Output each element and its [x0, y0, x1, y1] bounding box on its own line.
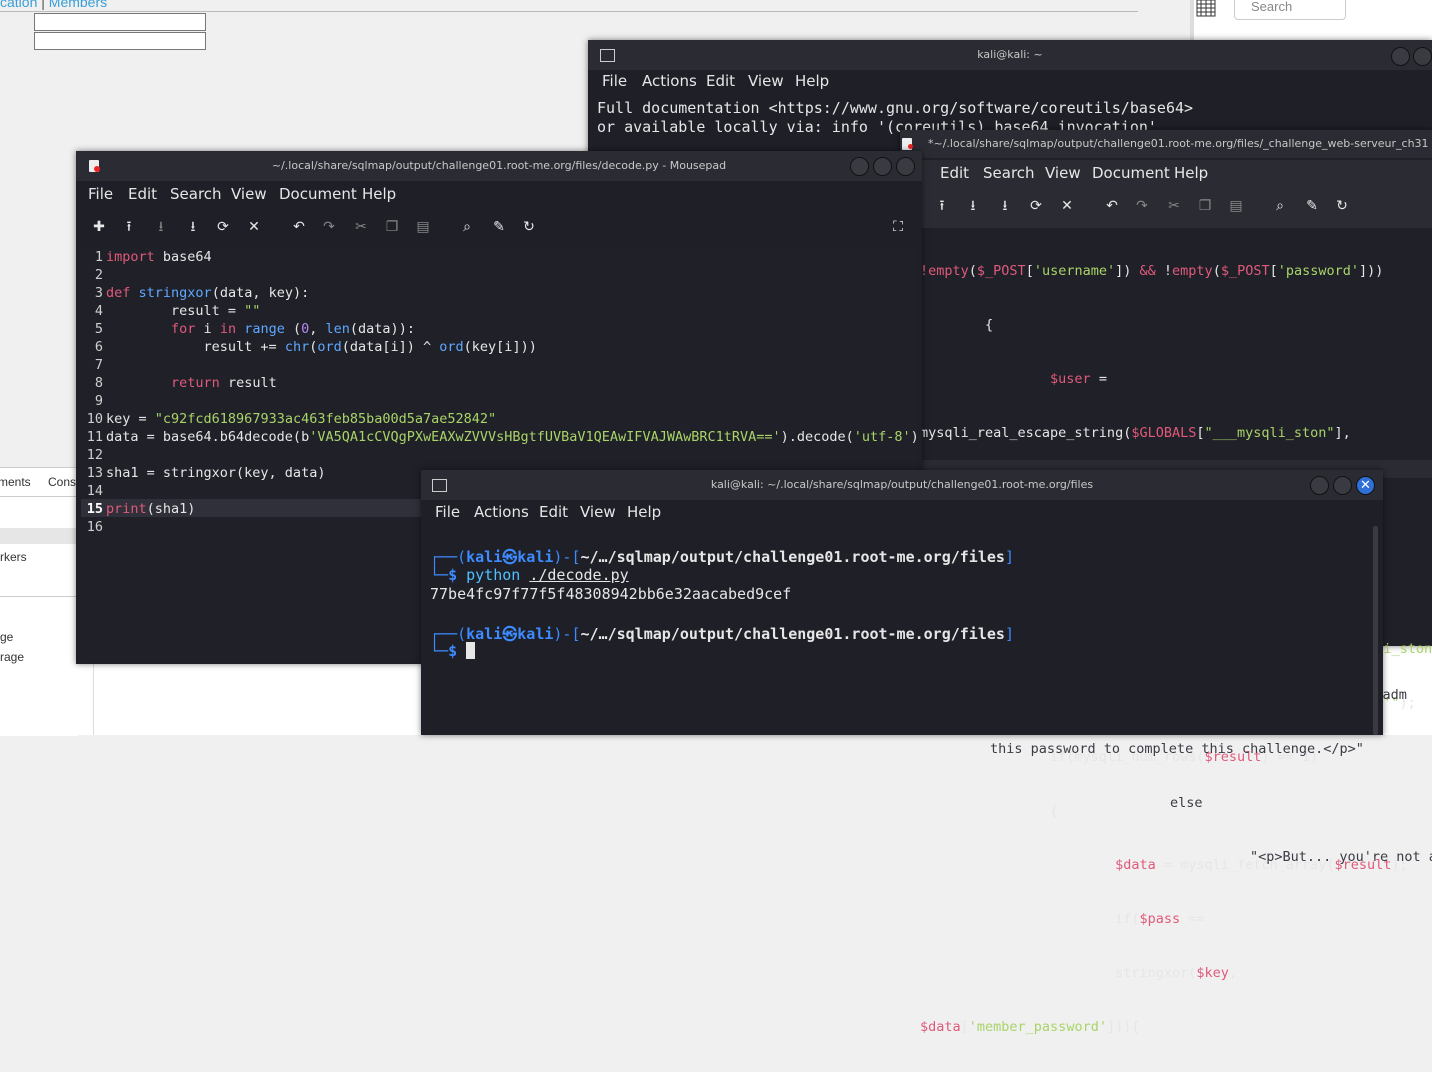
menu-file[interactable]: File — [602, 72, 627, 90]
menu-bar: Edit Search View Document Help — [900, 160, 1432, 190]
menu-view[interactable]: View — [580, 503, 616, 521]
goto-icon[interactable]: ↻ — [519, 217, 539, 237]
menu-bar: File Edit Search View Document Help — [76, 181, 922, 209]
upload-icon[interactable]: ⭱ — [932, 196, 952, 216]
window-title: kali@kali: ~ — [588, 40, 1432, 70]
menu-bar: File Actions Edit View Help — [588, 68, 1432, 96]
menu-help[interactable]: Help — [627, 503, 661, 521]
devtools-item[interactable]: rage — [0, 650, 24, 664]
redo-icon[interactable]: ↷ — [319, 217, 339, 237]
prompt-line: ┌──(kali㉿kali)-[~/…/sqlmap/output/challe… — [430, 548, 1014, 566]
menu-search[interactable]: Search — [983, 164, 1035, 182]
terminal-icon — [600, 49, 615, 62]
fullscreen-icon[interactable]: ⛶ — [888, 217, 908, 237]
username-input[interactable] — [34, 13, 206, 31]
save-as-icon[interactable]: ⭳ — [183, 217, 203, 237]
devtools-item[interactable]: ge — [0, 630, 13, 644]
maximize-button[interactable] — [1333, 476, 1352, 495]
reload-icon[interactable]: ⟳ — [213, 217, 233, 237]
menu-help[interactable]: Help — [1174, 164, 1208, 182]
save-as-icon[interactable]: ⭳ — [995, 196, 1015, 216]
window-title: ~/.local/share/sqlmap/output/challenge01… — [76, 151, 922, 181]
maximize-button[interactable] — [1413, 47, 1432, 66]
grid-icon[interactable] — [1196, 0, 1216, 18]
new-document-icon[interactable]: ✚ — [89, 217, 109, 237]
devtools-panel: ments Cons rkers ge rage — [0, 467, 78, 736]
menu-help[interactable]: Help — [362, 185, 396, 203]
menu-view[interactable]: View — [231, 185, 267, 203]
undo-icon[interactable]: ↶ — [289, 217, 309, 237]
menu-edit[interactable]: Edit — [706, 72, 735, 90]
menu-actions[interactable]: Actions — [642, 72, 697, 90]
search-input[interactable]: Search — [1234, 0, 1346, 20]
maximize-button[interactable] — [873, 157, 892, 176]
goto-icon[interactable]: ↻ — [1332, 196, 1352, 216]
password-input[interactable] — [34, 32, 206, 50]
cut-icon[interactable]: ✂ — [351, 217, 371, 237]
save-icon[interactable]: ⭳ — [151, 217, 171, 237]
redo-icon[interactable]: ↷ — [1132, 196, 1152, 216]
search-icon[interactable]: ⌕ — [1270, 196, 1290, 216]
reload-icon[interactable]: ⟳ — [1026, 196, 1046, 216]
download-icon[interactable]: ⭳ — [963, 196, 983, 216]
terminal-icon — [432, 479, 447, 492]
minimize-button[interactable] — [1391, 47, 1410, 66]
command-line[interactable]: └─$ — [430, 642, 476, 660]
prompt-line: ┌──(kali㉿kali)-[~/…/sqlmap/output/challe… — [430, 625, 1014, 643]
menu-bar: File Actions Edit View Help — [421, 499, 1383, 527]
tab-elements[interactable]: ments — [0, 475, 31, 489]
minimize-button[interactable] — [850, 157, 869, 176]
menu-document[interactable]: Document — [1092, 164, 1170, 182]
scrollbar[interactable] — [1373, 526, 1378, 735]
menu-edit[interactable]: Edit — [539, 503, 568, 521]
window-title: kali@kali: ~/.local/share/sqlmap/output/… — [421, 470, 1383, 500]
menu-actions[interactable]: Actions — [474, 503, 529, 521]
code-line: !empty($_POST['username']) && !empty($_P… — [920, 263, 1384, 279]
open-icon[interactable]: ⭱ — [119, 217, 139, 237]
copy-icon[interactable]: ❐ — [382, 217, 402, 237]
undo-icon[interactable]: ↶ — [1102, 196, 1122, 216]
close-button[interactable] — [896, 157, 915, 176]
text-cursor — [466, 642, 476, 659]
nav-link-authentication[interactable]: cation — [0, 0, 37, 10]
terminal-output-line: Full documentation <https://www.gnu.org/… — [597, 99, 1194, 117]
menu-edit[interactable]: Edit — [940, 164, 969, 182]
replace-icon[interactable]: ✎ — [489, 217, 509, 237]
command-line: └─$ python ./decode.py — [430, 566, 629, 584]
copy-icon[interactable]: ❐ — [1195, 196, 1215, 216]
toolbar: ✚ ⭱ ⭳ ⭳ ⟳ ✕ ↶ ↷ ✂ ❐ ▤ ⌕ ✎ ↻ ⛶ — [76, 213, 922, 243]
paste-icon[interactable]: ▤ — [1226, 196, 1246, 216]
menu-edit[interactable]: Edit — [128, 185, 157, 203]
menu-view[interactable]: View — [748, 72, 784, 90]
menu-file[interactable]: File — [435, 503, 460, 521]
toolbar: ⭱ ⭳ ⭳ ⟳ ✕ ↶ ↷ ✂ ❐ ▤ ⌕ ✎ ↻ — [900, 190, 1432, 228]
page-nav-links: cation | Members — [0, 0, 107, 10]
devtools-content — [78, 660, 423, 735]
divider — [0, 11, 1138, 12]
minimize-button[interactable] — [1310, 476, 1329, 495]
search-icon[interactable]: ⌕ — [457, 217, 477, 237]
nav-link-members[interactable]: Members — [49, 0, 107, 10]
close-icon[interactable]: ✕ — [1057, 196, 1077, 216]
cut-icon[interactable]: ✂ — [1164, 196, 1184, 216]
menu-file[interactable]: File — [88, 185, 113, 203]
menu-help[interactable]: Help — [795, 72, 829, 90]
menu-view[interactable]: View — [1045, 164, 1081, 182]
menu-document[interactable]: Document — [279, 185, 357, 203]
window-title: *~/.local/share/sqlmap/output/challenge0… — [900, 130, 1432, 158]
close-icon[interactable]: ✕ — [244, 217, 264, 237]
paste-icon[interactable]: ▤ — [413, 217, 433, 237]
tab-console[interactable]: Cons — [48, 475, 76, 489]
terminal-window-files: kali@kali: ~/.local/share/sqlmap/output/… — [421, 470, 1383, 735]
close-button[interactable]: ✕ — [1356, 476, 1375, 495]
command-output: 77be4fc97f77f5f48308942bb6e32aacabed9cef — [430, 585, 792, 603]
devtools-item[interactable]: rkers — [0, 550, 27, 564]
replace-icon[interactable]: ✎ — [1302, 196, 1322, 216]
menu-search[interactable]: Search — [170, 185, 222, 203]
